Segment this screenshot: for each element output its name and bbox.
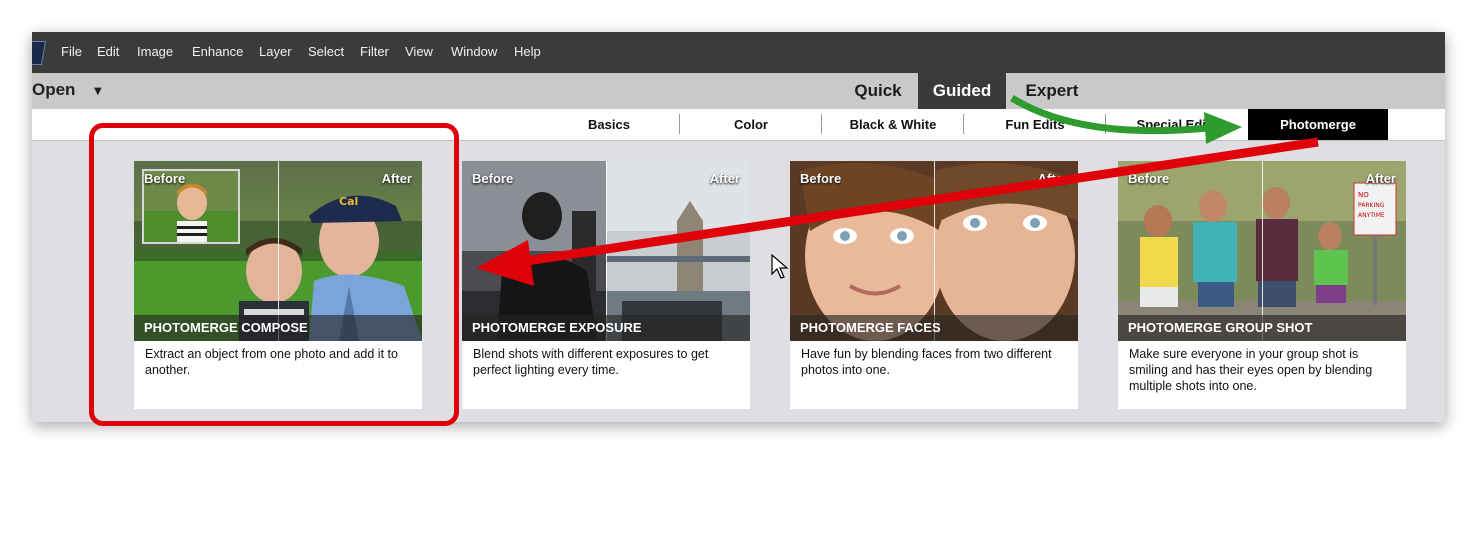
mouse-pointer-icon — [771, 254, 789, 279]
annotation-arrows — [476, 95, 1319, 286]
red-arrowhead-icon — [476, 240, 534, 286]
red-arrow-icon — [519, 137, 1319, 267]
green-arrow-icon — [1010, 95, 1209, 135]
green-arrowhead-icon — [1204, 112, 1242, 144]
